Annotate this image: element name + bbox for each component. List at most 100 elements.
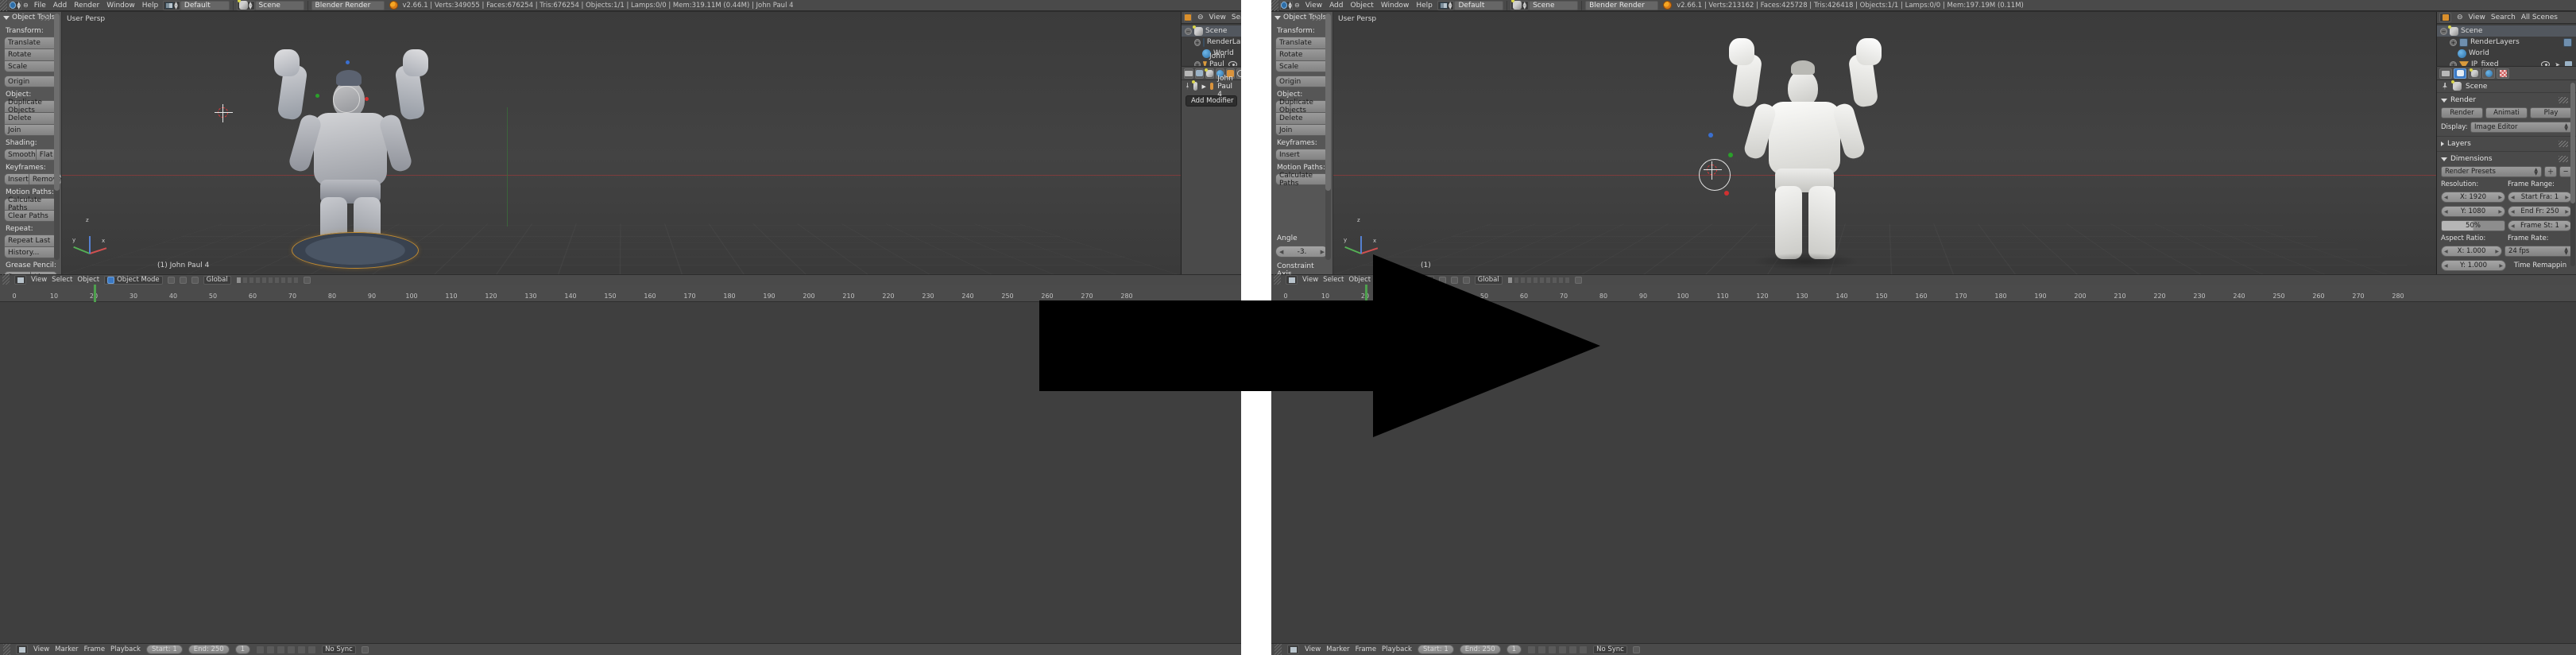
- timeline-playhead-left[interactable]: [94, 285, 96, 302]
- collapse-menu-icon[interactable]: ⊖: [1197, 14, 1204, 21]
- outliner-left[interactable]: ⊖ View Search All Scenes − Scene + Rende…: [1181, 12, 1241, 66]
- model-john-paul-4[interactable]: [257, 48, 447, 269]
- outliner-right[interactable]: ⊖ View Search All Scenes − Scene + Rende…: [2436, 12, 2576, 66]
- current-frame-field-right[interactable]: 1: [1506, 645, 1522, 654]
- pivot-point-icon[interactable]: [179, 276, 187, 284]
- scale-button[interactable]: Scale: [1275, 60, 1329, 72]
- end-frame-field-left[interactable]: End: 250: [188, 645, 230, 654]
- end-frame-field-right[interactable]: End: 250: [1459, 645, 1501, 654]
- collapse-menu-icon[interactable]: ⊖: [1294, 2, 1300, 9]
- menu-object[interactable]: Object: [1351, 2, 1374, 10]
- visibility-eye-icon[interactable]: [1228, 61, 1237, 66]
- menu-add[interactable]: Add: [1329, 2, 1343, 10]
- gizmo-handle-z[interactable]: [1708, 133, 1713, 138]
- join-button[interactable]: Join: [4, 124, 57, 136]
- playback-controls-right[interactable]: [1527, 645, 1588, 654]
- outliner-row-renderlayers[interactable]: + RenderLayers: [1182, 37, 1241, 48]
- tab-texture[interactable]: [2497, 68, 2509, 79]
- resolution-y-field[interactable]: ◀ Y: 1080 ▶: [2441, 206, 2505, 217]
- auto-key-icon[interactable]: [1632, 645, 1640, 653]
- panel-header-object-tools[interactable]: Object Tools: [1271, 12, 1332, 24]
- viewport-3d-right[interactable]: User Persp x y z (1): [1333, 12, 2436, 274]
- display-mode-dropdown[interactable]: Image Editor ▲ ▼: [2470, 122, 2572, 133]
- play-animation-button[interactable]: Play: [2530, 107, 2572, 118]
- add-preset-button[interactable]: ＋: [2544, 166, 2557, 177]
- outliner-menu-search[interactable]: Search: [1232, 14, 1241, 21]
- history-button[interactable]: History...: [4, 246, 57, 258]
- menu-add[interactable]: Add: [53, 2, 67, 10]
- tool-shelf-left[interactable]: Object Tools Transform: Translate Rotate…: [0, 12, 62, 274]
- resolution-percentage-slider[interactable]: 50%: [2441, 220, 2505, 231]
- editor-type-selector[interactable]: [2439, 13, 2451, 22]
- snap-magnet-icon[interactable]: [191, 276, 199, 284]
- outliner-row-object[interactable]: + JP_fixed ➤: [2437, 59, 2576, 66]
- menu-view[interactable]: View: [1305, 2, 1322, 10]
- translate-button[interactable]: Translate: [4, 37, 57, 48]
- outliner-scope[interactable]: All Scenes: [2521, 14, 2558, 21]
- outliner-row-object[interactable]: + John Paul 4: [1182, 52, 1241, 66]
- origin-button[interactable]: Origin: [4, 76, 57, 87]
- interaction-mode-selector-left[interactable]: Object Mode: [104, 275, 163, 285]
- timeline-menu-view[interactable]: View: [1305, 645, 1321, 653]
- timeline-menu-marker[interactable]: Marker: [1326, 645, 1349, 653]
- scene-layers-left[interactable]: [235, 276, 299, 284]
- outliner-row-scene[interactable]: − Scene: [1182, 25, 1241, 37]
- timeline-menu-playback[interactable]: Playback: [110, 645, 141, 653]
- resolution-x-field[interactable]: ◀ X: 1920 ▶: [2441, 192, 2505, 203]
- editor-type-selector[interactable]: [1184, 13, 1192, 22]
- toolshelf-scrollbar-left[interactable]: [54, 14, 60, 260]
- timeline-menu-frame[interactable]: Frame: [84, 645, 105, 653]
- tab-render[interactable]: [2454, 68, 2466, 79]
- viewport-shading-icon[interactable]: [167, 276, 175, 284]
- properties-scrollbar-right[interactable]: [2570, 83, 2575, 266]
- menu-file[interactable]: File: [34, 2, 46, 10]
- repeat-last-button[interactable]: Repeat Last: [4, 234, 57, 246]
- pin-icon[interactable]: [1186, 82, 1189, 91]
- smooth-button[interactable]: Smooth: [4, 149, 37, 161]
- menu-help[interactable]: Help: [1416, 2, 1433, 10]
- insert-keyframe-button[interactable]: Insert: [1275, 149, 1329, 161]
- transform-orientation-selector-left[interactable]: Global: [203, 275, 231, 285]
- gizmo-handle-y[interactable]: [1728, 153, 1733, 157]
- model-jp-fixed[interactable]: [1715, 38, 1897, 270]
- duplicate-objects-button[interactable]: Duplicate Objects: [4, 99, 57, 114]
- scene-datablock-icon-right[interactable]: ▲ ▼: [1510, 0, 1530, 10]
- panel-header-object-tools[interactable]: Object Tools: [0, 12, 61, 24]
- rotation-gizmo-right[interactable]: [1699, 159, 1731, 191]
- screen-layout-selector-right[interactable]: ▲ ▼: [1437, 0, 1455, 10]
- start-frame-field[interactable]: ◀ Start Fra: 1 ▶: [2508, 192, 2572, 203]
- insert-keyframe-button[interactable]: Insert: [4, 173, 29, 185]
- render-engine-selector-right[interactable]: Blender Render: [1585, 0, 1659, 10]
- layers-section-header[interactable]: Layers: [2437, 138, 2576, 149]
- expander-icon[interactable]: −: [2440, 27, 2447, 35]
- start-frame-field-left[interactable]: Start: 1: [145, 645, 183, 654]
- tab-world[interactable]: [2482, 68, 2495, 79]
- expander-icon[interactable]: +: [2450, 38, 2457, 46]
- expander-icon[interactable]: +: [2450, 60, 2457, 66]
- visibility-eye-icon[interactable]: [2541, 61, 2551, 66]
- render-animation-button[interactable]: Animati: [2485, 107, 2528, 118]
- renderability-camera-icon[interactable]: [2565, 61, 2572, 66]
- tool-shelf-right[interactable]: Object Tools Transform: Translate Rotate…: [1271, 12, 1333, 274]
- editor-type-selector-right[interactable]: ▲ ▼: [1280, 0, 1293, 10]
- properties-editor-left[interactable]: ▶ John Paul 4 Add Modifier: [1181, 67, 1241, 274]
- current-frame-field-left[interactable]: 1: [234, 645, 251, 654]
- tab-scene[interactable]: [2468, 68, 2481, 79]
- duplicate-objects-button[interactable]: Duplicate Objects: [1275, 99, 1329, 114]
- end-frame-field[interactable]: ◀ End Fr: 250 ▶: [2508, 206, 2572, 217]
- menu-render[interactable]: Render: [74, 2, 99, 10]
- tab-scene[interactable]: [1205, 68, 1214, 79]
- origin-button[interactable]: Origin: [1275, 76, 1329, 87]
- render-image-button[interactable]: Render: [2441, 107, 2483, 118]
- proportional-edit-icon[interactable]: [303, 276, 311, 284]
- menu-window[interactable]: Window: [1381, 2, 1410, 10]
- aspect-y-field[interactable]: ◀ Y: 1.000 ▶: [2441, 260, 2506, 271]
- footer-menu-select[interactable]: Select: [52, 276, 72, 284]
- outliner-menu-view[interactable]: View: [2469, 14, 2485, 21]
- sync-mode-selector-right[interactable]: No Sync: [1593, 645, 1627, 654]
- sync-mode-selector-left[interactable]: No Sync: [322, 645, 356, 654]
- dimensions-section-header[interactable]: Dimensions: [2437, 153, 2576, 165]
- render-section-header[interactable]: Render: [2437, 95, 2576, 106]
- screen-layout-selector-left[interactable]: ▲ ▼: [163, 0, 180, 10]
- expander-icon[interactable]: +: [1194, 38, 1201, 46]
